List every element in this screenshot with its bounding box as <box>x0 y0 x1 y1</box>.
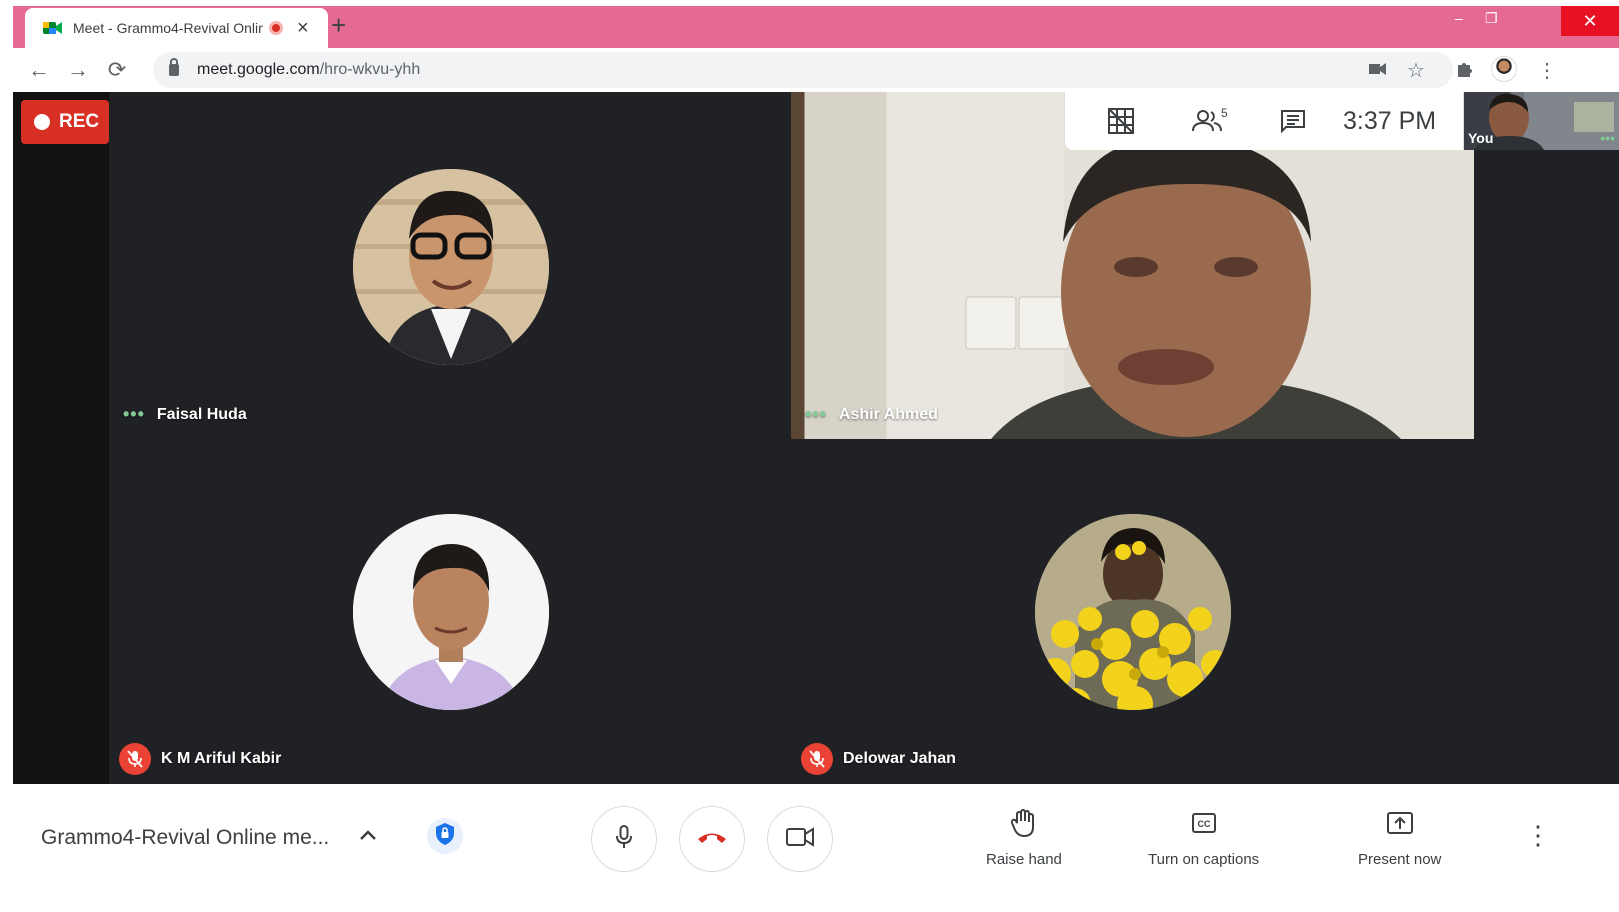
hand-icon <box>1010 808 1037 843</box>
new-tab-button[interactable]: + <box>331 12 346 38</box>
participant-name: Ashir Ahmed <box>838 405 938 423</box>
browser-menu-button[interactable]: ⋮ <box>1537 58 1557 83</box>
stage-left-edge <box>13 92 109 784</box>
participant-avatar <box>353 514 549 710</box>
forward-button[interactable]: → <box>64 56 92 84</box>
captions-label: Turn on captions <box>1148 851 1260 868</box>
grid-icon[interactable] <box>1089 108 1153 134</box>
record-dot-icon <box>34 114 50 130</box>
tab-close-button[interactable]: × <box>297 18 309 38</box>
profile-avatar[interactable] <box>1491 56 1517 82</box>
rec-label: REC <box>59 111 100 132</box>
participant-name-label: ••• Faisal Huda <box>123 404 247 425</box>
lock-icon <box>169 58 179 76</box>
participant-name-label: ••• Ashir Ahmed <box>805 404 938 425</box>
star-icon[interactable]: ☆ <box>1407 58 1425 83</box>
meeting-stage: REC ••• Faisal Huda ••• Ashir Ahmed K M … <box>13 92 1619 784</box>
participant-name: Faisal Huda <box>156 405 247 423</box>
present-now-button[interactable]: Present now <box>1358 808 1441 868</box>
meeting-details-title[interactable]: Grammo4-Revival Online me... <box>41 826 329 850</box>
address-bar[interactable]: meet.google.com/hro-wkvu-yhh ☆ <box>153 52 1453 88</box>
meeting-top-bar: 5 3:37 PM <box>1065 92 1463 150</box>
tab-title: Meet - Grammo4-Revival Online meeting <box>73 20 263 36</box>
self-speaking-indicator-icon: ••• <box>1600 130 1615 146</box>
participant-tile[interactable]: K M Ariful Kabir <box>109 439 791 784</box>
raise-hand-button[interactable]: Raise hand <box>986 808 1062 868</box>
participant-tile[interactable]: ••• Faisal Huda <box>109 92 791 439</box>
self-label: You <box>1468 130 1494 146</box>
speaking-indicator-icon: ••• <box>805 404 827 424</box>
participant-name-label: K M Ariful Kabir <box>119 743 281 775</box>
mic-off-icon <box>801 743 833 775</box>
chat-icon[interactable] <box>1261 109 1325 133</box>
mic-off-icon <box>119 743 151 775</box>
meeting-clock: 3:37 PM <box>1343 106 1437 135</box>
participant-avatar <box>353 169 549 365</box>
shield-icon <box>435 822 455 851</box>
captions-button[interactable]: CC Turn on captions <box>1148 808 1259 868</box>
reload-button[interactable]: ⟳ <box>103 56 131 84</box>
mic-icon <box>615 824 633 854</box>
restore-button[interactable]: ❐ <box>1485 10 1498 27</box>
tab-strip: Meet - Grammo4-Revival Online meeting × … <box>13 6 1619 48</box>
svg-text:CC: CC <box>1197 819 1210 829</box>
meeting-control-bar: Grammo4-Revival Online me... Raise hand … <box>13 784 1619 882</box>
browser-toolbar: ← → ⟳ meet.google.com/hro-wkvu-yhh ☆ ⋮ <box>13 48 1619 92</box>
more-options-button[interactable]: ⋮ <box>1525 822 1551 848</box>
minimize-button[interactable]: – <box>1455 10 1463 26</box>
recording-indicator-icon <box>269 21 283 35</box>
camera-toggle-button[interactable] <box>767 806 833 872</box>
people-icon[interactable]: 5 <box>1175 106 1239 132</box>
hangup-icon <box>696 830 728 849</box>
host-controls-button[interactable] <box>427 818 463 854</box>
chevron-up-icon[interactable] <box>359 828 377 846</box>
present-icon <box>1386 808 1414 843</box>
back-button[interactable]: ← <box>25 56 53 84</box>
participant-avatar <box>1035 514 1231 710</box>
participant-name: Delowar Jahan <box>843 750 956 767</box>
cc-icon: CC <box>1191 808 1217 843</box>
puzzle-icon[interactable] <box>1455 60 1473 83</box>
speaking-indicator-icon: ••• <box>123 404 145 424</box>
raise-hand-label: Raise hand <box>986 851 1062 868</box>
camera-icon[interactable] <box>1369 60 1387 81</box>
participant-tile[interactable]: Delowar Jahan <box>791 439 1474 784</box>
present-now-label: Present now <box>1358 851 1442 868</box>
self-view-tile[interactable]: You ••• <box>1464 92 1619 150</box>
url-text: meet.google.com/hro-wkvu-yhh <box>197 61 421 78</box>
video-icon <box>786 826 814 852</box>
recording-badge: REC <box>21 100 109 144</box>
participant-name: K M Ariful Kabir <box>161 750 282 767</box>
leave-call-button[interactable] <box>679 806 745 872</box>
active-tab[interactable]: Meet - Grammo4-Revival Online meeting × <box>25 8 328 48</box>
meet-favicon-icon <box>43 20 63 36</box>
window-close-button[interactable]: ✕ <box>1561 6 1619 36</box>
participant-count: 5 <box>1221 106 1228 120</box>
participant-name-label: Delowar Jahan <box>801 743 956 775</box>
microphone-toggle-button[interactable] <box>591 806 657 872</box>
